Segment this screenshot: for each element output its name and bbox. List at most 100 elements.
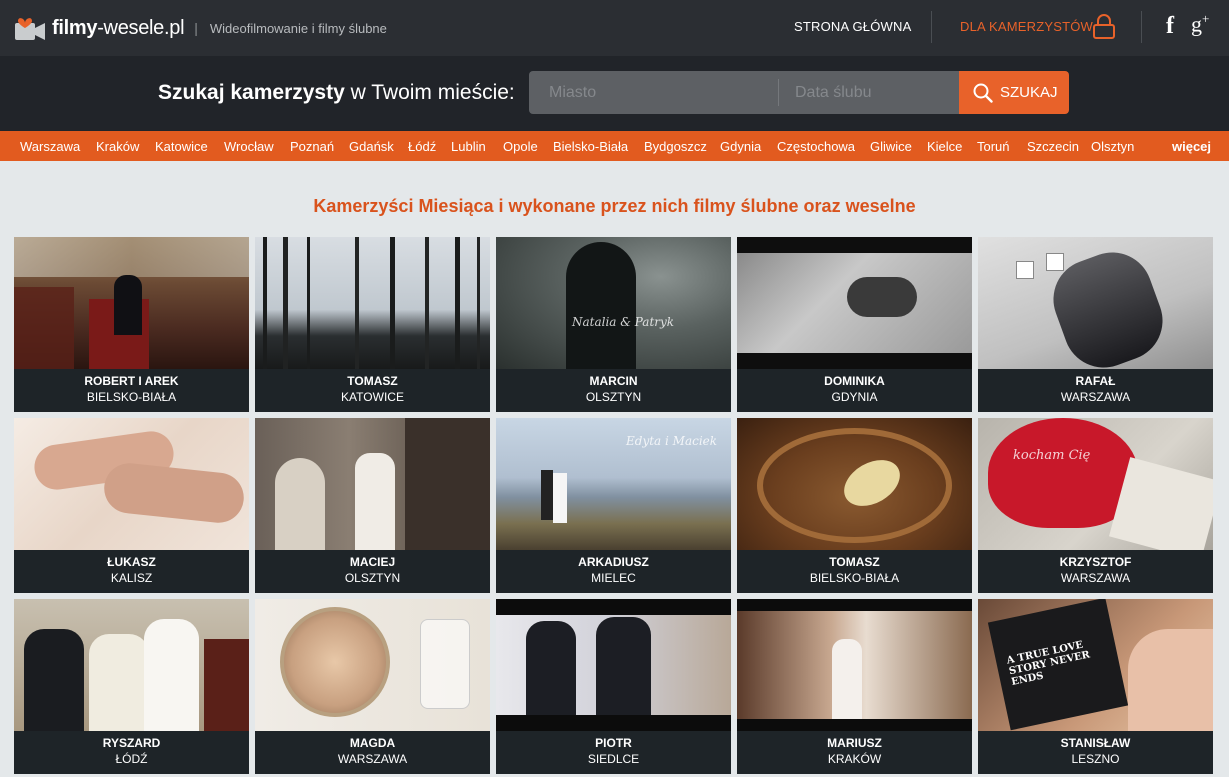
logo-separator: |: [194, 20, 198, 36]
city-link[interactable]: Gdańsk: [349, 139, 394, 154]
city-link[interactable]: Kraków: [96, 139, 139, 154]
video-thumbnail[interactable]: Natalia & Patryk: [496, 237, 731, 369]
city-link[interactable]: Łódź: [408, 139, 436, 154]
city-link[interactable]: Kielce: [927, 139, 962, 154]
videographer-city: WARSZAWA: [1060, 571, 1131, 585]
city-nav: Warszawa Kraków Katowice Wrocław Poznań …: [0, 131, 1229, 161]
google-plus-glyph: g: [1191, 11, 1202, 37]
city-link[interactable]: Lublin: [451, 139, 486, 154]
videographer-name: MARCIN: [589, 374, 638, 388]
videographer-city: OLSZTYN: [344, 571, 401, 585]
videographer-city: SIEDLCE: [587, 752, 640, 766]
city-link[interactable]: Bydgoszcz: [644, 139, 707, 154]
video-thumbnail[interactable]: [14, 599, 249, 731]
videographer-card[interactable]: MARIUSZ KRAKÓW: [737, 599, 972, 774]
videographer-city: WARSZAWA: [1060, 390, 1131, 404]
video-thumbnail[interactable]: Edyta i Maciek: [496, 418, 731, 550]
videographer-city: LESZNO: [1071, 752, 1120, 766]
video-thumbnail[interactable]: [14, 237, 249, 369]
city-link[interactable]: Wrocław: [224, 139, 274, 154]
city-link[interactable]: Poznań: [290, 139, 334, 154]
city-link[interactable]: Szczecin: [1027, 139, 1079, 154]
video-thumbnail[interactable]: [14, 418, 249, 550]
search-label-rest: w Twoim mieście:: [344, 81, 515, 104]
videographer-city: OLSZTYN: [585, 390, 642, 404]
couple-names-overlay: Edyta i Maciek: [626, 434, 718, 448]
videographer-card[interactable]: DOMINIKA GDYNIA: [737, 237, 972, 412]
wedding-date-input[interactable]: [778, 71, 959, 114]
videographer-name: RYSZARD: [102, 736, 161, 750]
video-thumbnail[interactable]: [737, 418, 972, 550]
videographer-name: MACIEJ: [349, 555, 396, 569]
videographer-card[interactable]: MAGDA WARSZAWA: [255, 599, 490, 774]
video-thumbnail[interactable]: [737, 599, 972, 731]
google-plus-sup: +: [1202, 11, 1210, 26]
city-link[interactable]: Olsztyn: [1091, 139, 1134, 154]
google-plus-icon[interactable]: g+: [1191, 11, 1209, 37]
lock-icon[interactable]: [1092, 14, 1116, 40]
videographer-card[interactable]: MACIEJ OLSZTYN: [255, 418, 490, 593]
search-button-label: SZUKAJ: [1000, 84, 1058, 101]
videographer-name: ARKADIUSZ: [578, 555, 649, 569]
videographer-card[interactable]: TOMASZ KATOWICE: [255, 237, 490, 412]
city-link[interactable]: Toruń: [977, 139, 1010, 154]
city-input[interactable]: [529, 71, 778, 114]
camera-heart-icon: [15, 18, 45, 40]
videographer-card[interactable]: ROBERT I AREK BIELSKO-BIAŁA: [14, 237, 249, 412]
video-thumbnail[interactable]: [978, 237, 1213, 369]
videographer-card[interactable]: RAFAŁ WARSZAWA: [978, 237, 1213, 412]
tagline: Wideofilmowanie i filmy ślubne: [209, 20, 387, 36]
videographer-city: KRAKÓW: [827, 752, 882, 766]
search-box: [529, 71, 959, 114]
videographer-name: RAFAŁ: [1075, 374, 1116, 388]
videographer-city: BIELSKO-BIAŁA: [86, 390, 177, 404]
videographer-name: STANISŁAW: [1060, 736, 1131, 750]
city-link[interactable]: Częstochowa: [777, 139, 855, 154]
search-button[interactable]: SZUKAJ: [959, 71, 1069, 114]
city-link[interactable]: Bielsko-Biała: [553, 139, 628, 154]
nav-home-link[interactable]: STRONA GŁÓWNA: [794, 19, 911, 34]
search-label: Szukaj kamerzysty w Twoim mieście:: [158, 81, 515, 105]
videographer-card[interactable]: RYSZARD ŁÓDŹ: [14, 599, 249, 774]
video-thumbnail[interactable]: kocham Cię: [978, 418, 1213, 550]
city-link[interactable]: Warszawa: [20, 139, 80, 154]
more-cities-link[interactable]: więcej: [1172, 139, 1211, 154]
video-thumbnail[interactable]: [255, 237, 490, 369]
videographer-city: BIELSKO-BIAŁA: [809, 571, 900, 585]
video-thumbnail[interactable]: A TRUE LOVE STORY NEVER ENDS: [978, 599, 1213, 731]
city-link[interactable]: Opole: [503, 139, 538, 154]
nav-camera-operators-link[interactable]: DLA KAMERZYSTÓW: [960, 19, 1093, 34]
videographer-card[interactable]: PIOTR SIEDLCE: [496, 599, 731, 774]
video-thumbnail[interactable]: [255, 599, 490, 731]
videographer-city: GDYNIA: [831, 390, 878, 404]
videographer-card[interactable]: TOMASZ BIELSKO-BIAŁA: [737, 418, 972, 593]
videographer-city: MIELEC: [591, 571, 636, 585]
city-link[interactable]: Katowice: [155, 139, 208, 154]
videographer-name: MAGDA: [349, 736, 396, 750]
videographer-name: ROBERT I AREK: [84, 374, 179, 388]
video-thumbnail[interactable]: [737, 237, 972, 369]
city-link[interactable]: Gliwice: [870, 139, 912, 154]
videographer-name: KRZYSZTOF: [1059, 555, 1132, 569]
city-link[interactable]: Gdynia: [720, 139, 761, 154]
videographer-name: MARIUSZ: [827, 736, 882, 750]
site-logo[interactable]: filmy-wesele.pl | Wideofilmowanie i film…: [14, 14, 387, 42]
videographer-city: KALISZ: [110, 571, 153, 585]
video-thumbnail[interactable]: [496, 599, 731, 731]
videographer-card[interactable]: Natalia & Patryk MARCIN OLSZTYN: [496, 237, 731, 412]
logo-rest: -wesele.pl: [97, 16, 185, 39]
search-icon: [973, 83, 993, 103]
videographer-card[interactable]: ŁUKASZ KALISZ: [14, 418, 249, 593]
videographer-name: TOMASZ: [829, 555, 880, 569]
couple-names-overlay: Natalia & Patryk: [572, 315, 675, 329]
videographer-name: ŁUKASZ: [107, 555, 156, 569]
videographer-card[interactable]: Edyta i Maciek ARKADIUSZ MIELEC: [496, 418, 731, 593]
videographer-name: TOMASZ: [347, 374, 398, 388]
search-label-bold: Szukaj kamerzysty: [158, 81, 345, 104]
videographer-card[interactable]: kocham Cię KRZYSZTOF WARSZAWA: [978, 418, 1213, 593]
video-thumbnail[interactable]: [255, 418, 490, 550]
social-divider: [1141, 11, 1142, 43]
top-bar: filmy-wesele.pl | Wideofilmowanie i film…: [0, 0, 1229, 56]
videographer-card[interactable]: A TRUE LOVE STORY NEVER ENDS STANISŁAW L…: [978, 599, 1213, 774]
facebook-icon[interactable]: f: [1166, 13, 1174, 40]
